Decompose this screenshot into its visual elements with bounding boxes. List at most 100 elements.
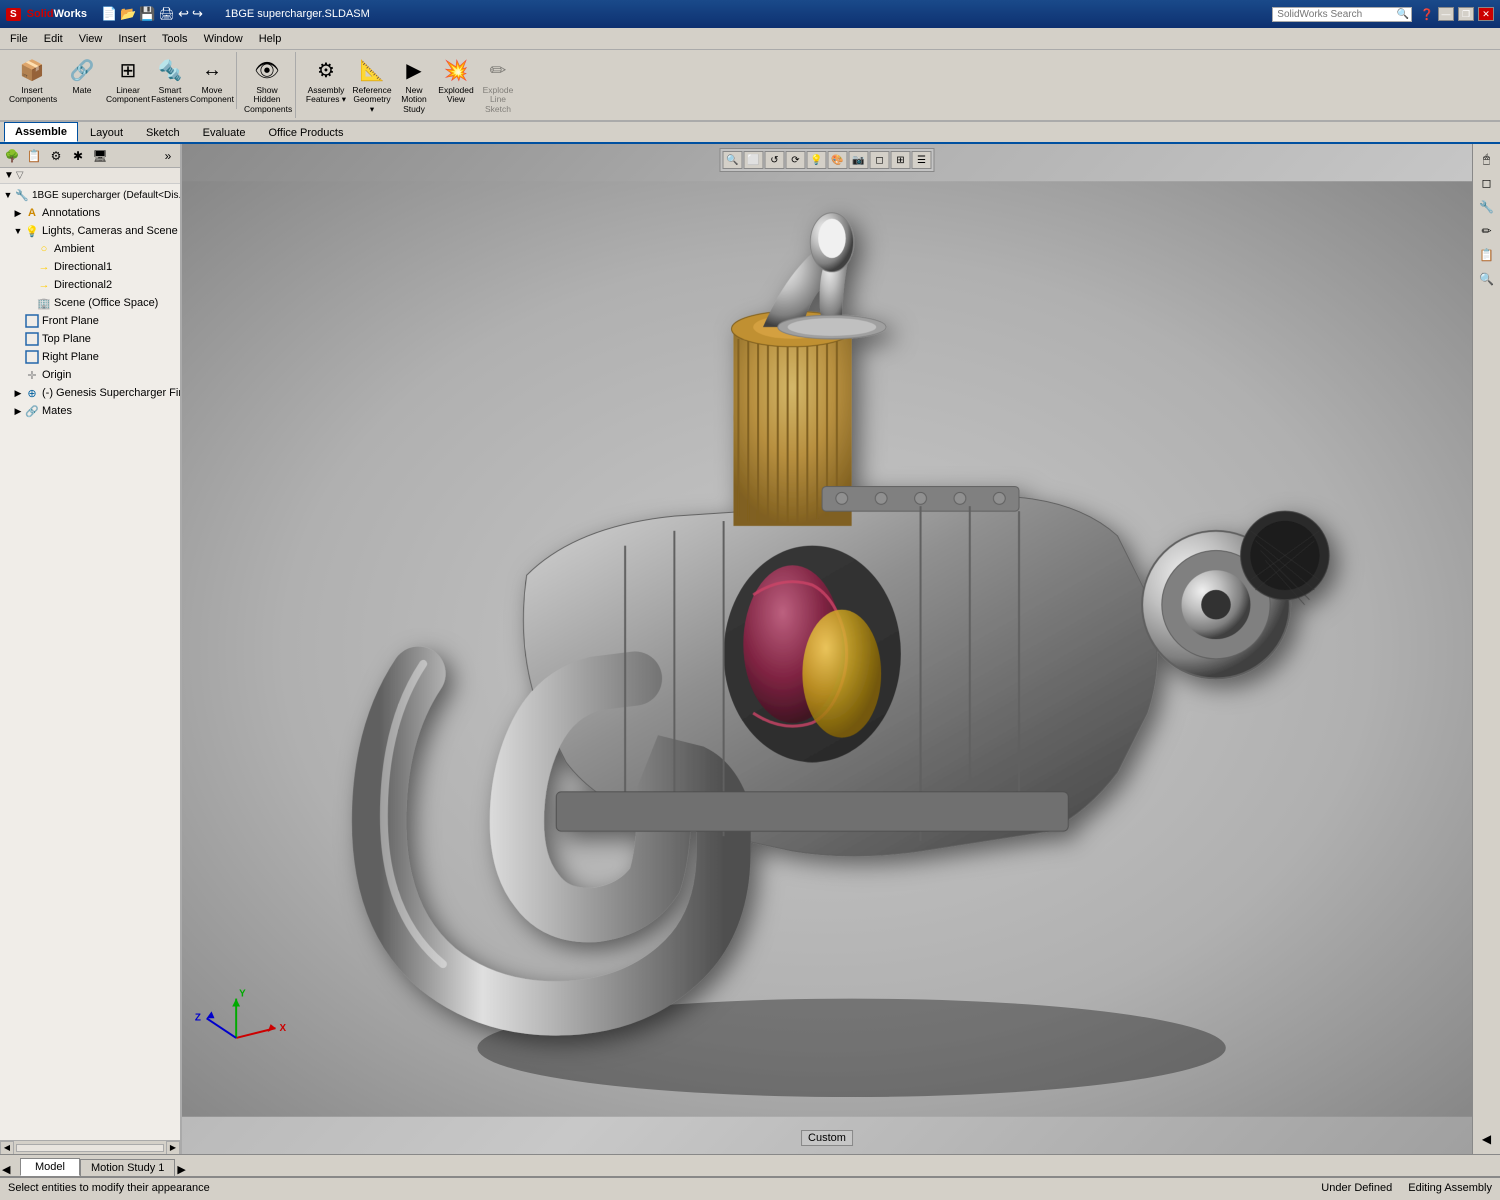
- right-btn-tools[interactable]: 🔧: [1476, 196, 1498, 218]
- tree-ambient[interactable]: ○ Ambient: [0, 240, 180, 258]
- expand-panel-btn[interactable]: »: [158, 146, 178, 166]
- new-motion-study-label: NewMotionStudy: [401, 86, 427, 114]
- collapse-right-btn[interactable]: ◀: [1476, 1128, 1498, 1150]
- exploded-view-button[interactable]: 💥 ExplodedView: [436, 52, 476, 109]
- right-plane-icon: [24, 349, 40, 365]
- tab-layout[interactable]: Layout: [79, 122, 134, 142]
- insert-components-label: InsertComponents: [9, 86, 55, 105]
- status-bar: Select entities to modify their appearan…: [0, 1176, 1500, 1198]
- reference-geometry-button[interactable]: 📐 ReferenceGeometry ▾: [352, 52, 392, 118]
- tree-right-plane[interactable]: Right Plane: [0, 348, 180, 366]
- right-btn-search[interactable]: 🔍: [1476, 268, 1498, 290]
- search-input[interactable]: [1272, 7, 1412, 22]
- open-icon[interactable]: 📂: [120, 6, 136, 22]
- tree-front-plane[interactable]: Front Plane: [0, 312, 180, 330]
- tree-directional2[interactable]: → Directional2: [0, 276, 180, 294]
- tree-annotations[interactable]: ▶ A Annotations: [0, 204, 180, 222]
- show-hidden-button[interactable]: 👁 ShowHiddenComponents: [243, 52, 291, 118]
- tab-evaluate[interactable]: Evaluate: [192, 122, 257, 142]
- vp-appearance-btn[interactable]: 🎨: [828, 151, 848, 169]
- new-icon[interactable]: 📄: [101, 6, 117, 22]
- help-icon[interactable]: ❓: [1420, 8, 1434, 21]
- tree-mates[interactable]: ▶ 🔗 Mates: [0, 402, 180, 420]
- tree-directional1[interactable]: → Directional1: [0, 258, 180, 276]
- assembly-features-label: AssemblyFeatures ▾: [306, 86, 346, 105]
- tab-assemble[interactable]: Assemble: [4, 122, 78, 142]
- scroll-right-btn[interactable]: ▶: [166, 1141, 180, 1155]
- smart-fasteners-button[interactable]: 🔩 SmartFasteners: [150, 52, 190, 109]
- undo-icon[interactable]: ↩: [178, 6, 189, 22]
- new-motion-study-button[interactable]: ▶ NewMotionStudy: [394, 52, 434, 118]
- tab-sketch[interactable]: Sketch: [135, 122, 191, 142]
- right-panel: 🖱 ◻ 🔧 ✏ 📋 🔍 ◀: [1472, 144, 1500, 1154]
- menu-insert[interactable]: Insert: [110, 28, 154, 49]
- move-component-button[interactable]: ↔ MoveComponent: [192, 52, 232, 109]
- linear-component-button[interactable]: ⊞ LinearComponent: [108, 52, 148, 109]
- menu-tools[interactable]: Tools: [154, 28, 196, 49]
- display-manager-btn[interactable]: 🖥: [90, 146, 110, 166]
- minimize-button[interactable]: —: [1438, 7, 1454, 21]
- right-collapse-icon[interactable]: ◀: [1476, 1128, 1498, 1150]
- close-button[interactable]: ✕: [1478, 7, 1494, 21]
- lights-expand-icon[interactable]: ▼: [12, 225, 24, 237]
- redo-icon[interactable]: ↪: [192, 6, 203, 22]
- menu-view[interactable]: View: [71, 28, 111, 49]
- tree-top-plane[interactable]: Top Plane: [0, 330, 180, 348]
- horizontal-scrollbar[interactable]: ◀ ▶: [0, 1140, 180, 1154]
- menu-edit[interactable]: Edit: [36, 28, 71, 49]
- config-manager-btn[interactable]: ⚙: [46, 146, 66, 166]
- dim-expert-btn[interactable]: ✱: [68, 146, 88, 166]
- exploded-view-label: ExplodedView: [438, 86, 473, 105]
- ribbon-tabs: Assemble Layout Sketch Evaluate Office P…: [0, 122, 1500, 144]
- vp-zoom-btn[interactable]: 🔍: [723, 151, 743, 169]
- tab-motion-study-1[interactable]: Motion Study 1: [80, 1159, 175, 1176]
- vp-pan-btn[interactable]: ⟳: [786, 151, 806, 169]
- origin-icon: ✛: [24, 367, 40, 383]
- insert-components-button[interactable]: 📦 InsertComponents: [8, 52, 56, 109]
- bottom-tabs: ◀ Model Motion Study 1 ▶: [0, 1154, 1500, 1176]
- menu-window[interactable]: Window: [196, 28, 251, 49]
- scroll-track[interactable]: [16, 1144, 164, 1152]
- scroll-right-tab[interactable]: ▶: [175, 1163, 195, 1176]
- tree-root[interactable]: ▼ 🔧 1BGE supercharger (Default<Dis...: [0, 186, 180, 204]
- feature-manager-btn[interactable]: 🌳: [2, 146, 22, 166]
- menu-file[interactable]: File: [2, 28, 36, 49]
- editing-assembly-label: Editing Assembly: [1408, 1182, 1492, 1194]
- move-component-label: MoveComponent: [190, 86, 234, 105]
- lights-label: Lights, Cameras and Scene: [42, 225, 178, 237]
- mates-expand-icon[interactable]: ▶: [12, 405, 24, 417]
- vp-light-btn[interactable]: 💡: [807, 151, 827, 169]
- scroll-left-btn[interactable]: ◀: [0, 1141, 14, 1155]
- root-expand-icon[interactable]: ▼: [2, 189, 14, 201]
- scroll-left-tab[interactable]: ◀: [0, 1163, 20, 1176]
- vp-display-btn[interactable]: ◻: [870, 151, 890, 169]
- annotations-expand-icon[interactable]: ▶: [12, 207, 24, 219]
- mate-button[interactable]: 🔗 Mate: [58, 52, 106, 104]
- property-manager-btn[interactable]: 📋: [24, 146, 44, 166]
- linear-component-icon: ⊞: [114, 56, 142, 84]
- menu-help[interactable]: Help: [251, 28, 290, 49]
- model-view: X Y Z: [182, 144, 1472, 1154]
- right-btn-sketch[interactable]: ✏: [1476, 220, 1498, 242]
- right-btn-display[interactable]: ◻: [1476, 172, 1498, 194]
- assembly-features-button[interactable]: ⚙ AssemblyFeatures ▾: [302, 52, 350, 109]
- vp-rotate-btn[interactable]: ↺: [765, 151, 785, 169]
- save-icon[interactable]: 💾: [139, 6, 155, 22]
- 3d-viewport[interactable]: 🔍 ⬜ ↺ ⟳ 💡 🎨 📷 ◻ ⊞ ☰: [182, 144, 1472, 1154]
- tab-model[interactable]: Model: [20, 1158, 80, 1176]
- restore-button[interactable]: ❐: [1458, 7, 1474, 21]
- print-icon[interactable]: 🖨: [159, 6, 176, 22]
- right-btn-view[interactable]: 🖱: [1476, 148, 1498, 170]
- tree-genesis[interactable]: ▶ ⊕ (-) Genesis Supercharger Final: [0, 384, 180, 402]
- vp-grid-btn[interactable]: ⊞: [891, 151, 911, 169]
- genesis-expand-icon[interactable]: ▶: [12, 387, 24, 399]
- tree-scene[interactable]: 🏢 Scene (Office Space): [0, 294, 180, 312]
- right-plane-expand-icon: [12, 351, 24, 363]
- vp-fit-btn[interactable]: ⬜: [744, 151, 764, 169]
- vp-camera-btn[interactable]: 📷: [849, 151, 869, 169]
- tree-lights[interactable]: ▼ 💡 Lights, Cameras and Scene: [0, 222, 180, 240]
- vp-options-btn[interactable]: ☰: [912, 151, 932, 169]
- tab-office-products[interactable]: Office Products: [257, 122, 354, 142]
- tree-origin[interactable]: ✛ Origin: [0, 366, 180, 384]
- right-btn-properties[interactable]: 📋: [1476, 244, 1498, 266]
